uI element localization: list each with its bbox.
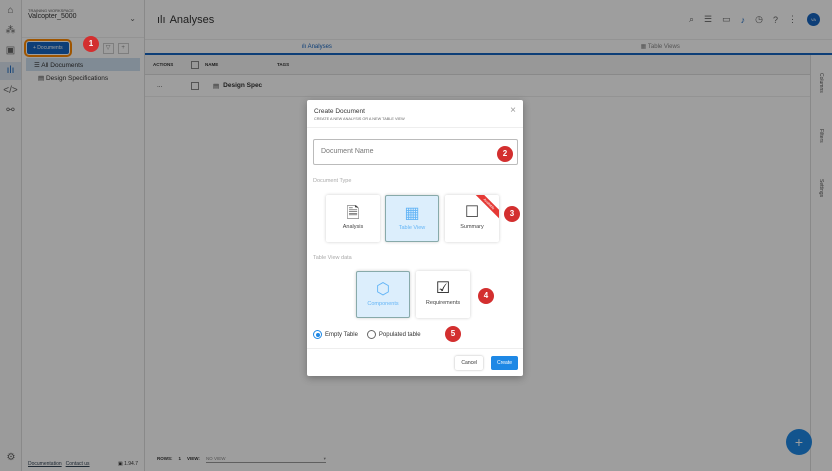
radio-label: Populated table bbox=[378, 332, 421, 339]
card-label: Analysis bbox=[342, 224, 364, 230]
create-document-dialog: Create Document CREATE A NEW ANALYSIS OR … bbox=[307, 100, 523, 376]
dialog-title: Create Document bbox=[314, 108, 365, 115]
type-summary[interactable]: ☐ Summary Available bbox=[445, 195, 499, 242]
analysis-icon: 🗎 bbox=[346, 205, 360, 222]
step-badge-1: 1 bbox=[83, 36, 99, 52]
input-placeholder: Document Name bbox=[321, 148, 374, 155]
radio-populated-table[interactable]: Populated table bbox=[366, 330, 421, 339]
data-components[interactable]: ⬡ Components bbox=[356, 271, 410, 318]
radio-label: Empty Table bbox=[325, 332, 358, 339]
document-name-input[interactable]: Document Name bbox=[313, 139, 518, 165]
step-badge-5: 5 bbox=[445, 326, 461, 342]
type-table-view[interactable]: ▦ Table View bbox=[385, 195, 439, 242]
card-label: Components bbox=[367, 301, 399, 307]
cubes-icon: ⬡ bbox=[376, 281, 390, 298]
card-label: Requirements bbox=[425, 300, 461, 306]
dialog-subtitle: CREATE A NEW ANALYSIS OR A NEW TABLE VIE… bbox=[314, 117, 405, 121]
table-icon: ▦ bbox=[404, 205, 420, 222]
card-label: Table View bbox=[398, 225, 426, 231]
step-badge-2: 2 bbox=[497, 146, 513, 162]
create-button[interactable]: Create bbox=[490, 356, 518, 370]
close-icon[interactable]: × bbox=[510, 105, 516, 116]
data-requirements[interactable]: ☑ Requirements bbox=[416, 271, 470, 318]
step-badge-4: 4 bbox=[478, 288, 494, 304]
cancel-button[interactable]: Cancel bbox=[455, 356, 483, 370]
card-label: Summary bbox=[460, 224, 484, 230]
radio-unchecked[interactable] bbox=[366, 330, 376, 339]
type-analysis[interactable]: 🗎 Analysis bbox=[326, 195, 380, 242]
radio-empty-table[interactable]: Empty Table bbox=[313, 330, 358, 339]
document-type-label: Document Type bbox=[313, 178, 352, 184]
step-badge-3: 3 bbox=[504, 206, 520, 222]
table-view-data-label: Table View data bbox=[313, 255, 352, 261]
clipboard-check-icon: ☑ bbox=[435, 280, 451, 297]
radio-checked[interactable] bbox=[313, 330, 322, 339]
